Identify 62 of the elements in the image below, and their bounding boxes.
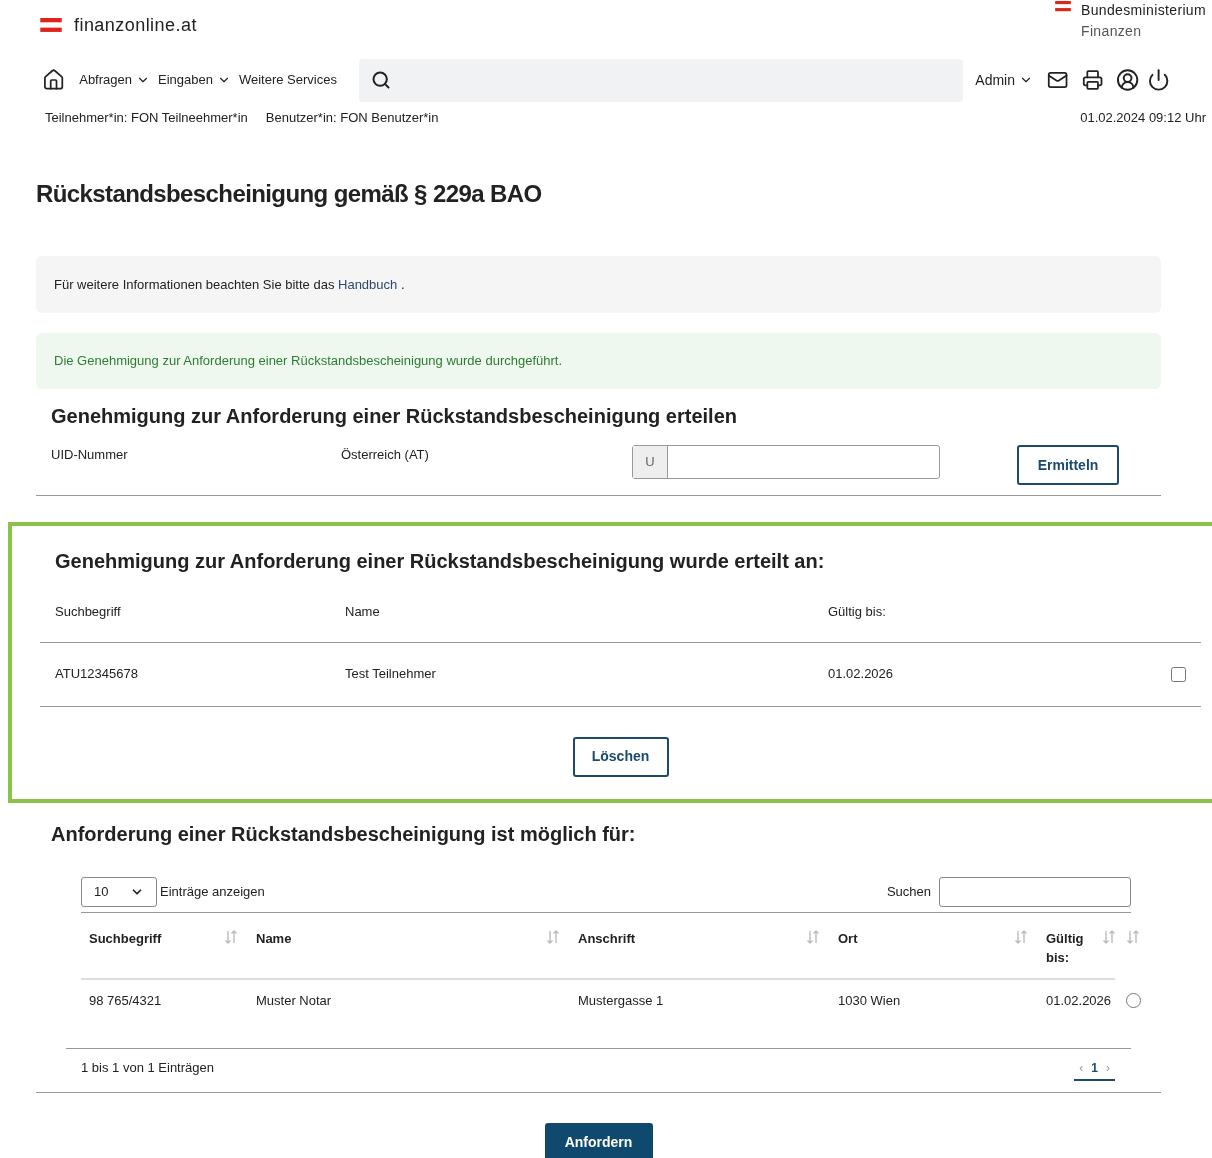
page-length-select[interactable]: 10 bbox=[81, 876, 157, 907]
ministry-name: Bundesministerium bbox=[1081, 1, 1206, 20]
admin-menu[interactable]: Admin bbox=[975, 69, 1033, 91]
nav-menu[interactable]: Eingaben bbox=[158, 70, 231, 90]
section-heading: Anforderung einer Rückstandsbescheinigung ist möglich für: bbox=[50, 821, 637, 847]
search-label: Suchen bbox=[886, 882, 931, 901]
table-cell-text: 01.02.2026 bbox=[1045, 991, 1113, 1010]
section-heading: Genehmigung zur Anforderung einer Rückstandsbescheinigung wurde erteilt an: bbox=[54, 549, 826, 574]
column-header[interactable]: Ort bbox=[838, 928, 858, 968]
nav-menu[interactable]: Weitere Services bbox=[238, 70, 337, 90]
sort-icon[interactable] bbox=[224, 928, 238, 945]
sort-icon[interactable] bbox=[1014, 928, 1028, 945]
page-link[interactable]: 1 bbox=[1091, 1059, 1098, 1077]
page-title: Rückstandsbescheinigung gemäß § 229a BAO bbox=[36, 179, 543, 209]
table-search-field[interactable] bbox=[939, 876, 1131, 907]
user-icon[interactable] bbox=[1115, 68, 1139, 92]
flag-icon bbox=[40, 17, 62, 33]
column-header: Gültig bis: bbox=[828, 603, 887, 621]
sort-icon[interactable] bbox=[1126, 928, 1140, 945]
table-cell-text: Test Teilnehmer bbox=[345, 665, 437, 684]
table-cell-text: 98 765/4321 bbox=[88, 991, 163, 1010]
success-alert: Die Genehmigung zur Anforderung einer Rückstandsbescheinigung wurde durchgeführt. bbox=[36, 333, 1161, 389]
sort-icon[interactable] bbox=[1102, 928, 1116, 945]
column-header[interactable]: Anschrift bbox=[578, 928, 636, 968]
table-cell-text: ATU12345678 bbox=[55, 665, 139, 684]
column-header: Name bbox=[345, 603, 381, 621]
flag-icon bbox=[1055, 1, 1071, 12]
search-field[interactable] bbox=[358, 58, 964, 102]
date-time: 01.02.2024 09:12 Uhr bbox=[1080, 109, 1206, 128]
field-label: UID-Nummer bbox=[51, 446, 129, 464]
table-cell-text: 01.02.2026 bbox=[828, 665, 895, 684]
column-header[interactable]: Name bbox=[256, 928, 292, 968]
mail-icon[interactable] bbox=[1047, 69, 1069, 91]
uid-input[interactable]: U bbox=[632, 445, 940, 479]
section-heading: Genehmigung zur Anforderung einer Rückstandsbescheinigung erteilen bbox=[50, 404, 738, 429]
handbook-link[interactable]: Handbuch bbox=[338, 276, 398, 292]
input-prefix: U bbox=[633, 446, 668, 478]
nav-menu[interactable]: Abfragen bbox=[79, 70, 150, 90]
logo-text[interactable]: finanzonline.at bbox=[74, 11, 197, 39]
column-header[interactable]: Suchbegriff bbox=[89, 928, 162, 968]
search-button[interactable]: Ermitteln bbox=[1017, 445, 1119, 485]
length-label: Einträge anzeigen bbox=[160, 882, 265, 901]
country-label: Österreich (AT) bbox=[341, 446, 430, 464]
request-button[interactable]: Anfordern bbox=[544, 1122, 653, 1158]
power-icon[interactable] bbox=[1146, 68, 1170, 92]
table-info: 1 bis 1 von 1 Einträgen bbox=[81, 1059, 214, 1078]
sort-icon[interactable] bbox=[546, 928, 560, 945]
home-icon[interactable] bbox=[42, 68, 66, 92]
participant-info: Teilnehmer*in: FON Teilneehmer*in bbox=[45, 109, 248, 128]
table-cell-text: Mustergasse 1 bbox=[577, 991, 665, 1010]
table-cell-text: 1030 Wien bbox=[837, 991, 902, 1010]
sort-icon[interactable] bbox=[806, 928, 820, 945]
column-header: Suchbegriff bbox=[55, 603, 122, 621]
table-cell-text: Muster Notar bbox=[255, 991, 333, 1010]
info-text: Für weitere Informationen beachten Sie bitte das Handbuch . bbox=[54, 275, 405, 294]
ministry-name: Finanzen bbox=[1081, 22, 1143, 41]
search-icon[interactable] bbox=[370, 70, 391, 90]
row-checkbox[interactable] bbox=[1171, 666, 1186, 682]
printer-icon[interactable] bbox=[1082, 69, 1104, 91]
column-header[interactable]: Gültig bis: bbox=[1046, 928, 1086, 968]
user-info: Benutzer*in: FON Benutzer*in bbox=[265, 109, 439, 128]
delete-button[interactable]: Löschen bbox=[572, 736, 669, 777]
